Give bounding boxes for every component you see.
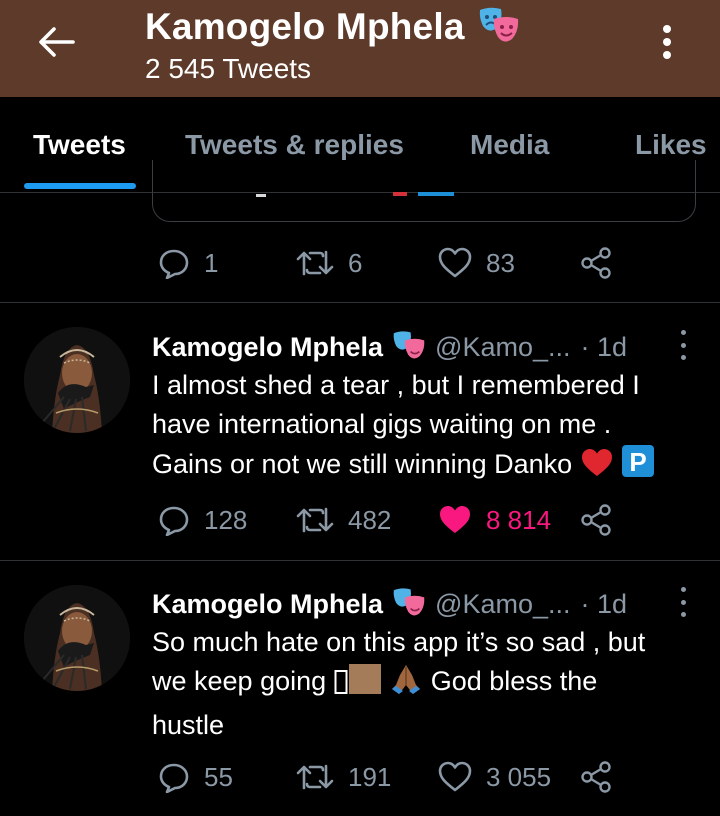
reply-button[interactable]: 128 bbox=[158, 500, 247, 540]
tab-media[interactable]: Media bbox=[470, 129, 549, 161]
red-heart-icon bbox=[580, 448, 614, 489]
tweet-more-button[interactable] bbox=[678, 587, 688, 617]
tweet-actions: 1 6 83 bbox=[152, 243, 622, 283]
performing-arts-icon bbox=[391, 587, 427, 624]
folded-hands-icon bbox=[389, 663, 423, 706]
tab-tweets-replies[interactable]: Tweets & replies bbox=[185, 129, 404, 161]
tweet-header: Kamogelo Mphela @Kamo_... · 1d bbox=[152, 584, 692, 624]
tweet-text: I almost shed a tear , but I remembered … bbox=[152, 366, 712, 489]
avatar[interactable] bbox=[24, 585, 130, 691]
heart-filled-icon bbox=[440, 506, 470, 533]
p-button-icon: P bbox=[621, 444, 655, 489]
share-icon bbox=[581, 504, 611, 536]
reply-icon bbox=[159, 506, 189, 536]
share-icon bbox=[581, 247, 611, 279]
profile-name: Kamogelo Mphela bbox=[145, 5, 465, 47]
heart-icon bbox=[438, 761, 472, 792]
retweet-icon bbox=[296, 764, 334, 790]
more-vertical-icon bbox=[663, 24, 671, 33]
reply-count: 1 bbox=[204, 247, 219, 278]
tweet-count: 2 545 Tweets bbox=[145, 53, 312, 84]
reply-count: 128 bbox=[204, 504, 248, 535]
retweet-count: 482 bbox=[348, 504, 392, 535]
divider bbox=[0, 560, 720, 561]
retweet-button[interactable]: 482 bbox=[296, 500, 391, 540]
skin-tone-icon bbox=[348, 663, 382, 706]
like-button[interactable]: 8 814 bbox=[438, 500, 551, 540]
reply-count: 55 bbox=[204, 761, 233, 792]
retweet-icon bbox=[296, 507, 334, 533]
quoted-tweet-card[interactable] bbox=[152, 160, 696, 222]
reply-button[interactable]: 55 bbox=[158, 757, 233, 797]
reply-button[interactable]: 1 bbox=[158, 243, 218, 283]
reply-icon bbox=[159, 763, 189, 793]
author-name[interactable]: Kamogelo Mphela bbox=[152, 589, 383, 620]
like-count: 8 814 bbox=[486, 504, 552, 535]
tweet-time: · 1d bbox=[580, 331, 628, 362]
tweet-text: So much hate on this app it’s so sad , b… bbox=[152, 627, 646, 740]
retweet-icon bbox=[296, 250, 334, 276]
like-button[interactable]: 3 055 bbox=[438, 757, 551, 797]
performing-arts-icon bbox=[391, 330, 427, 367]
svg-text:P: P bbox=[630, 447, 647, 477]
share-button[interactable] bbox=[580, 757, 612, 797]
tweet-header: Kamogelo Mphela @Kamo_... · 1d bbox=[152, 327, 692, 367]
performing-arts-icon bbox=[477, 6, 521, 51]
tweet-actions: 128 482 8 814 bbox=[152, 500, 622, 540]
divider bbox=[0, 302, 720, 303]
active-tab-indicator bbox=[24, 183, 136, 189]
like-count: 83 bbox=[486, 247, 515, 278]
retweet-count: 191 bbox=[348, 761, 392, 792]
share-button[interactable] bbox=[580, 243, 612, 283]
retweet-button[interactable]: 191 bbox=[296, 757, 391, 797]
share-button[interactable] bbox=[580, 500, 612, 540]
more-vertical-icon bbox=[680, 587, 686, 592]
profile-header: Kamogelo Mphela 2 545 Tweets bbox=[0, 0, 720, 97]
heart-icon bbox=[438, 247, 472, 278]
missing-glyph-icon bbox=[334, 667, 348, 706]
title-row: Kamogelo Mphela bbox=[145, 2, 521, 51]
retweet-count: 6 bbox=[348, 247, 363, 278]
share-icon bbox=[581, 761, 611, 793]
retweet-button[interactable]: 6 bbox=[296, 243, 362, 283]
like-button[interactable]: 83 bbox=[438, 243, 515, 283]
tweet-actions: 55 191 3 055 bbox=[152, 757, 622, 797]
arrow-left-icon bbox=[39, 27, 75, 57]
more-options-button[interactable] bbox=[650, 18, 684, 66]
reply-icon bbox=[159, 249, 189, 279]
author-name[interactable]: Kamogelo Mphela bbox=[152, 332, 383, 363]
tweet-more-button[interactable] bbox=[678, 330, 688, 360]
tab-tweets[interactable]: Tweets bbox=[33, 129, 126, 161]
author-handle[interactable]: @Kamo_... bbox=[435, 332, 570, 363]
author-handle[interactable]: @Kamo_... bbox=[435, 589, 570, 620]
back-button[interactable] bbox=[34, 22, 78, 62]
more-vertical-icon bbox=[680, 330, 686, 335]
tab-likes[interactable]: Likes bbox=[635, 129, 707, 161]
like-count: 3 055 bbox=[486, 761, 552, 792]
avatar[interactable] bbox=[24, 327, 130, 433]
tweet-time: · 1d bbox=[580, 588, 628, 619]
